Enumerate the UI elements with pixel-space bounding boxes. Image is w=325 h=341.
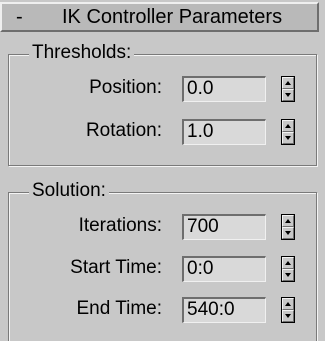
position-field[interactable]: 0.0: [182, 76, 266, 102]
position-spinner-icon[interactable]: [281, 76, 295, 102]
end-time-spinner-icon[interactable]: [281, 297, 295, 323]
spinner-up-icon[interactable]: [282, 77, 294, 89]
iterations-label: Iterations:: [78, 215, 162, 236]
position-label: Position:: [89, 77, 162, 98]
spinner-down-icon[interactable]: [282, 132, 294, 144]
spinner-up-icon[interactable]: [282, 257, 294, 269]
rotation-label: Rotation:: [85, 120, 162, 141]
rotation-field[interactable]: 1.0: [182, 119, 266, 145]
end-time-field[interactable]: 540:0: [182, 297, 266, 323]
spinner-up-icon[interactable]: [282, 298, 294, 310]
rotation-spinner-icon[interactable]: [281, 119, 295, 145]
thresholds-title: Thresholds:: [29, 43, 135, 63]
iterations-spinner-icon[interactable]: [281, 214, 295, 240]
solution-group: Solution: Iterations: 700 Start Time: 0:…: [8, 181, 317, 341]
start-time-label: Start Time:: [70, 257, 162, 278]
start-time-spinner-icon[interactable]: [281, 256, 295, 282]
start-time-field[interactable]: 0:0: [182, 256, 266, 282]
rollout-header[interactable]: - IK Controller Parameters: [0, 2, 319, 32]
spinner-up-icon[interactable]: [282, 120, 294, 132]
spinner-down-icon[interactable]: [282, 310, 294, 322]
rollout-title: IK Controller Parameters: [62, 6, 283, 28]
spinner-down-icon[interactable]: [282, 269, 294, 281]
collapse-icon[interactable]: -: [16, 4, 23, 31]
ik-controller-panel: - IK Controller Parameters Thresholds: P…: [0, 0, 325, 341]
end-time-label: End Time:: [76, 298, 162, 319]
spinner-up-icon[interactable]: [282, 215, 294, 227]
iterations-field[interactable]: 700: [182, 214, 266, 240]
thresholds-group: Thresholds: Position: 0.0 Rotation: 1.0: [8, 43, 317, 166]
spinner-down-icon[interactable]: [282, 89, 294, 101]
solution-title: Solution:: [29, 181, 109, 201]
spinner-down-icon[interactable]: [282, 227, 294, 239]
